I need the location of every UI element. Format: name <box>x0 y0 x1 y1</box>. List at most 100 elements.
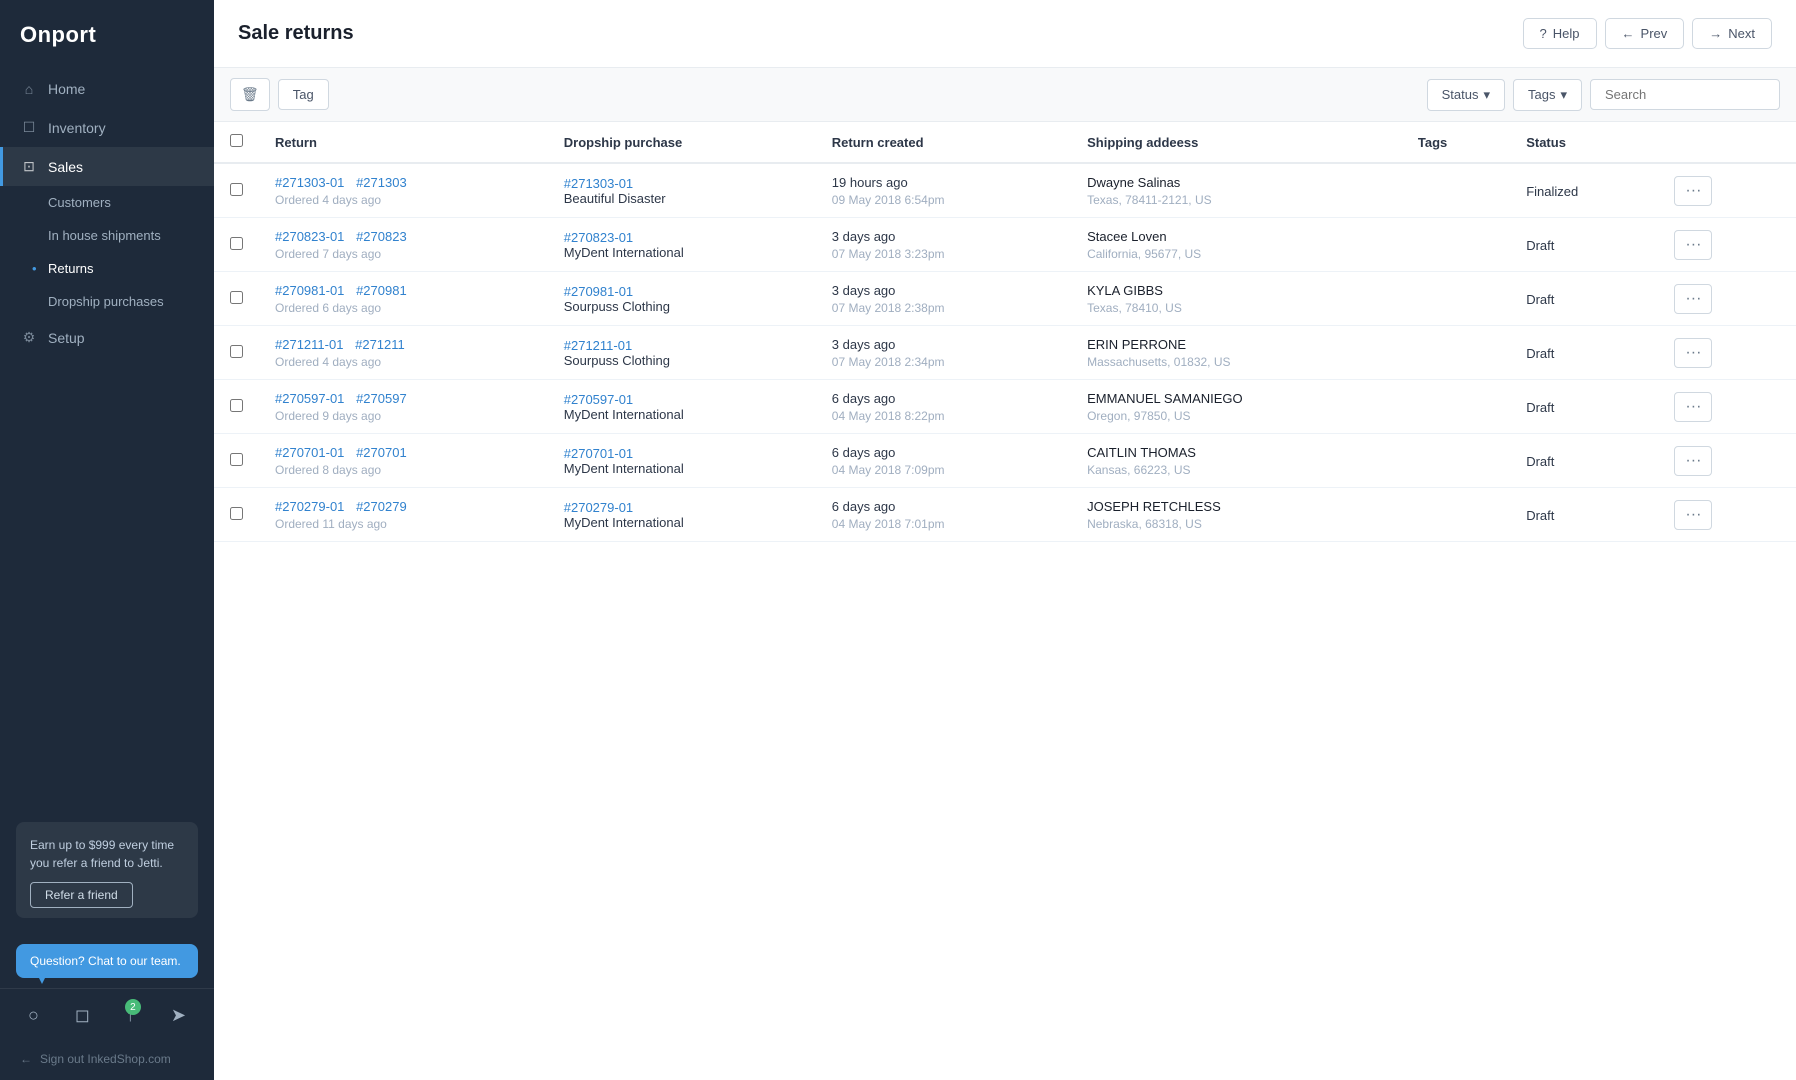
return-cell: #271303-01 #271303 Ordered 4 days ago <box>259 163 548 218</box>
action-cell: ··· <box>1658 218 1796 272</box>
row-checkbox[interactable] <box>230 237 243 250</box>
dropship-id-link[interactable]: #270823-01 <box>564 230 633 245</box>
row-action-button[interactable]: ··· <box>1674 176 1712 206</box>
return-id-link[interactable]: #270279-01 <box>275 499 344 514</box>
row-action-button[interactable]: ··· <box>1674 230 1712 260</box>
prev-button[interactable]: ← Prev <box>1605 18 1685 49</box>
return-id-link[interactable]: #270823-01 <box>275 229 344 244</box>
chat-bubble[interactable]: Question? Chat to our team. <box>16 944 198 978</box>
sidebar-nav: ⌂ Home ☐ Inventory ⊡ Sales Customers In … <box>0 70 214 806</box>
order-age: Ordered 9 days ago <box>275 409 532 423</box>
tag-button[interactable]: Tag <box>278 79 329 110</box>
sidebar-label-inventory: Inventory <box>48 120 106 136</box>
row-checkbox[interactable] <box>230 453 243 466</box>
row-action-button[interactable]: ··· <box>1674 392 1712 422</box>
sidebar-label-setup: Setup <box>48 330 85 346</box>
return-order-link[interactable]: #270597 <box>356 391 407 406</box>
row-checkbox[interactable] <box>230 291 243 304</box>
created-cell: 3 days ago 07 May 2018 2:34pm <box>816 326 1071 380</box>
action-cell: ··· <box>1658 163 1796 218</box>
dropship-id-link[interactable]: #270981-01 <box>564 284 633 299</box>
return-id-link[interactable]: #270701-01 <box>275 445 344 460</box>
row-action-button[interactable]: ··· <box>1674 284 1712 314</box>
created-cell: 19 hours ago 09 May 2018 6:54pm <box>816 163 1071 218</box>
select-all-checkbox[interactable] <box>230 134 243 147</box>
send-icon[interactable]: ➤ <box>163 1001 194 1030</box>
row-checkbox-cell[interactable] <box>214 272 259 326</box>
return-order-link[interactable]: #270279 <box>356 499 407 514</box>
row-checkbox-cell[interactable] <box>214 380 259 434</box>
dropship-id-link[interactable]: #271211-01 <box>564 338 632 353</box>
row-action-button[interactable]: ··· <box>1674 338 1712 368</box>
row-checkbox[interactable] <box>230 183 243 196</box>
sidebar-item-returns[interactable]: Returns <box>0 252 214 285</box>
prev-arrow-icon: ← <box>1622 26 1635 41</box>
row-checkbox-cell[interactable] <box>214 163 259 218</box>
status-filter[interactable]: Status ▾ <box>1427 79 1505 111</box>
tags-filter[interactable]: Tags ▾ <box>1513 79 1582 111</box>
trash-icon: 🗑 <box>241 86 259 102</box>
dropship-id-link[interactable]: #270279-01 <box>564 500 633 515</box>
signout-link[interactable]: ← Sign out InkedShop.com <box>0 1042 214 1080</box>
row-checkbox-cell[interactable] <box>214 326 259 380</box>
created-cell: 6 days ago 04 May 2018 7:01pm <box>816 488 1071 542</box>
return-id-link[interactable]: #271303-01 <box>275 175 344 190</box>
sidebar-item-inventory[interactable]: ☐ Inventory <box>0 108 214 147</box>
search-input[interactable] <box>1590 79 1780 110</box>
return-order-link[interactable]: #270701 <box>356 445 407 460</box>
chat-icon[interactable]: ◻ <box>67 1001 98 1030</box>
sidebar-item-inhouse[interactable]: In house shipments <box>0 219 214 252</box>
created-cell: 3 days ago 07 May 2018 3:23pm <box>816 218 1071 272</box>
created-cell: 6 days ago 04 May 2018 8:22pm <box>816 380 1071 434</box>
shipping-name: KYLA GIBBS <box>1087 283 1386 298</box>
upload-icon[interactable]: ↑ 2 <box>118 1001 143 1030</box>
sidebar-label-dropship: Dropship purchases <box>48 294 164 309</box>
delete-button[interactable]: 🗑 <box>230 78 270 111</box>
row-checkbox-cell[interactable] <box>214 488 259 542</box>
help-button[interactable]: ? Help <box>1523 18 1597 49</box>
row-action-button[interactable]: ··· <box>1674 500 1712 530</box>
returns-table: Return Dropship purchase Return created … <box>214 122 1796 542</box>
return-age: 3 days ago <box>832 229 1055 244</box>
select-all-header[interactable] <box>214 122 259 163</box>
return-id-link[interactable]: #270981-01 <box>275 283 344 298</box>
shipping-loc: Kansas, 66223, US <box>1087 463 1386 477</box>
row-checkbox-cell[interactable] <box>214 434 259 488</box>
return-id-link[interactable]: #270597-01 <box>275 391 344 406</box>
shipping-cell: Dwayne Salinas Texas, 78411-2121, US <box>1071 163 1402 218</box>
sidebar-icon-bar: ○ ◻ ↑ 2 ➤ <box>0 988 214 1042</box>
return-order-link[interactable]: #271211 <box>355 337 405 352</box>
dropship-id-link[interactable]: #271303-01 <box>564 176 633 191</box>
return-id-link[interactable]: #271211-01 <box>275 337 343 352</box>
row-checkbox[interactable] <box>230 399 243 412</box>
return-cell: #270823-01 #270823 Ordered 7 days ago <box>259 218 548 272</box>
dropship-id-link[interactable]: #270701-01 <box>564 446 633 461</box>
status-value: Draft <box>1526 238 1554 253</box>
return-cell: #270597-01 #270597 Ordered 9 days ago <box>259 380 548 434</box>
return-order-link[interactable]: #270823 <box>356 229 407 244</box>
status-cell: Draft <box>1510 380 1658 434</box>
return-cell: #270279-01 #270279 Ordered 11 days ago <box>259 488 548 542</box>
sidebar-item-sales[interactable]: ⊡ Sales <box>0 147 214 186</box>
refer-button[interactable]: Refer a friend <box>30 882 133 908</box>
shipping-cell: ERIN PERRONE Massachusetts, 01832, US <box>1071 326 1402 380</box>
header-actions: ? Help ← Prev → Next <box>1523 18 1772 49</box>
row-checkbox[interactable] <box>230 345 243 358</box>
sidebar: Onport ⌂ Home ☐ Inventory ⊡ Sales Custom… <box>0 0 214 1080</box>
return-date: 07 May 2018 2:34pm <box>832 355 1055 369</box>
return-order-link[interactable]: #270981 <box>356 283 407 298</box>
circle-icon[interactable]: ○ <box>20 1001 47 1030</box>
sidebar-item-setup[interactable]: ⚙ Setup <box>0 318 214 357</box>
return-order-link[interactable]: #271303 <box>356 175 407 190</box>
sidebar-item-home[interactable]: ⌂ Home <box>0 70 214 108</box>
row-checkbox[interactable] <box>230 507 243 520</box>
status-cell: Draft <box>1510 272 1658 326</box>
row-checkbox-cell[interactable] <box>214 218 259 272</box>
return-date: 09 May 2018 6:54pm <box>832 193 1055 207</box>
dropship-id-link[interactable]: #270597-01 <box>564 392 633 407</box>
sidebar-item-customers[interactable]: Customers <box>0 186 214 219</box>
sidebar-item-dropship[interactable]: Dropship purchases <box>0 285 214 318</box>
next-button[interactable]: → Next <box>1692 18 1772 49</box>
col-status: Status <box>1510 122 1658 163</box>
row-action-button[interactable]: ··· <box>1674 446 1712 476</box>
